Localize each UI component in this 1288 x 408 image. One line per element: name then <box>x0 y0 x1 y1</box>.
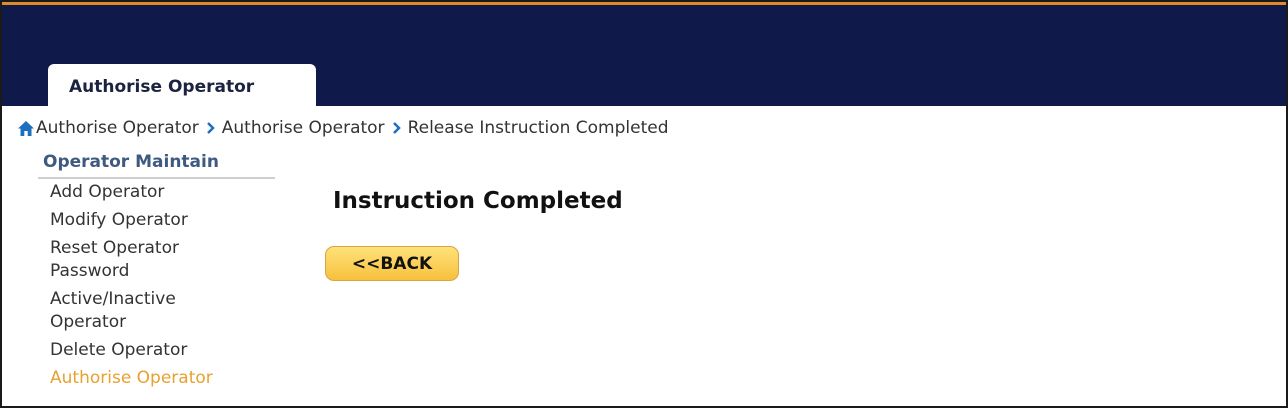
breadcrumb-item-1[interactable]: Authorise Operator <box>36 118 199 138</box>
breadcrumb: Authorise Operator Authorise Operator Re… <box>18 115 669 141</box>
header-bar: Authorise Operator <box>2 2 1286 110</box>
chevron-right-icon <box>392 122 401 134</box>
sidebar: Operator Maintain Add Operator Modify Op… <box>38 148 275 393</box>
sidebar-item-active-inactive-operator[interactable]: Active/Inactive Operator <box>38 286 250 337</box>
back-button[interactable]: <<BACK <box>325 246 459 281</box>
home-icon[interactable] <box>18 120 34 136</box>
sidebar-title: Operator Maintain <box>38 148 275 179</box>
breadcrumb-item-2[interactable]: Authorise Operator <box>222 118 385 138</box>
sidebar-item-delete-operator[interactable]: Delete Operator <box>38 337 250 365</box>
sidebar-item-reset-operator-password[interactable]: Reset Operator Password <box>38 235 250 286</box>
sidebar-item-add-operator[interactable]: Add Operator <box>38 179 250 207</box>
sidebar-item-modify-operator[interactable]: Modify Operator <box>38 207 250 235</box>
sidebar-menu: Add Operator Modify Operator Reset Opera… <box>38 179 275 393</box>
page-title: Instruction Completed <box>333 188 623 214</box>
app-frame: Authorise Operator Authorise Operator Au… <box>0 0 1288 408</box>
sidebar-item-authorise-operator[interactable]: Authorise Operator <box>38 365 250 393</box>
tab-authorise-operator[interactable]: Authorise Operator <box>48 64 316 110</box>
breadcrumb-current: Release Instruction Completed <box>407 118 669 138</box>
chevron-right-icon <box>206 122 215 134</box>
